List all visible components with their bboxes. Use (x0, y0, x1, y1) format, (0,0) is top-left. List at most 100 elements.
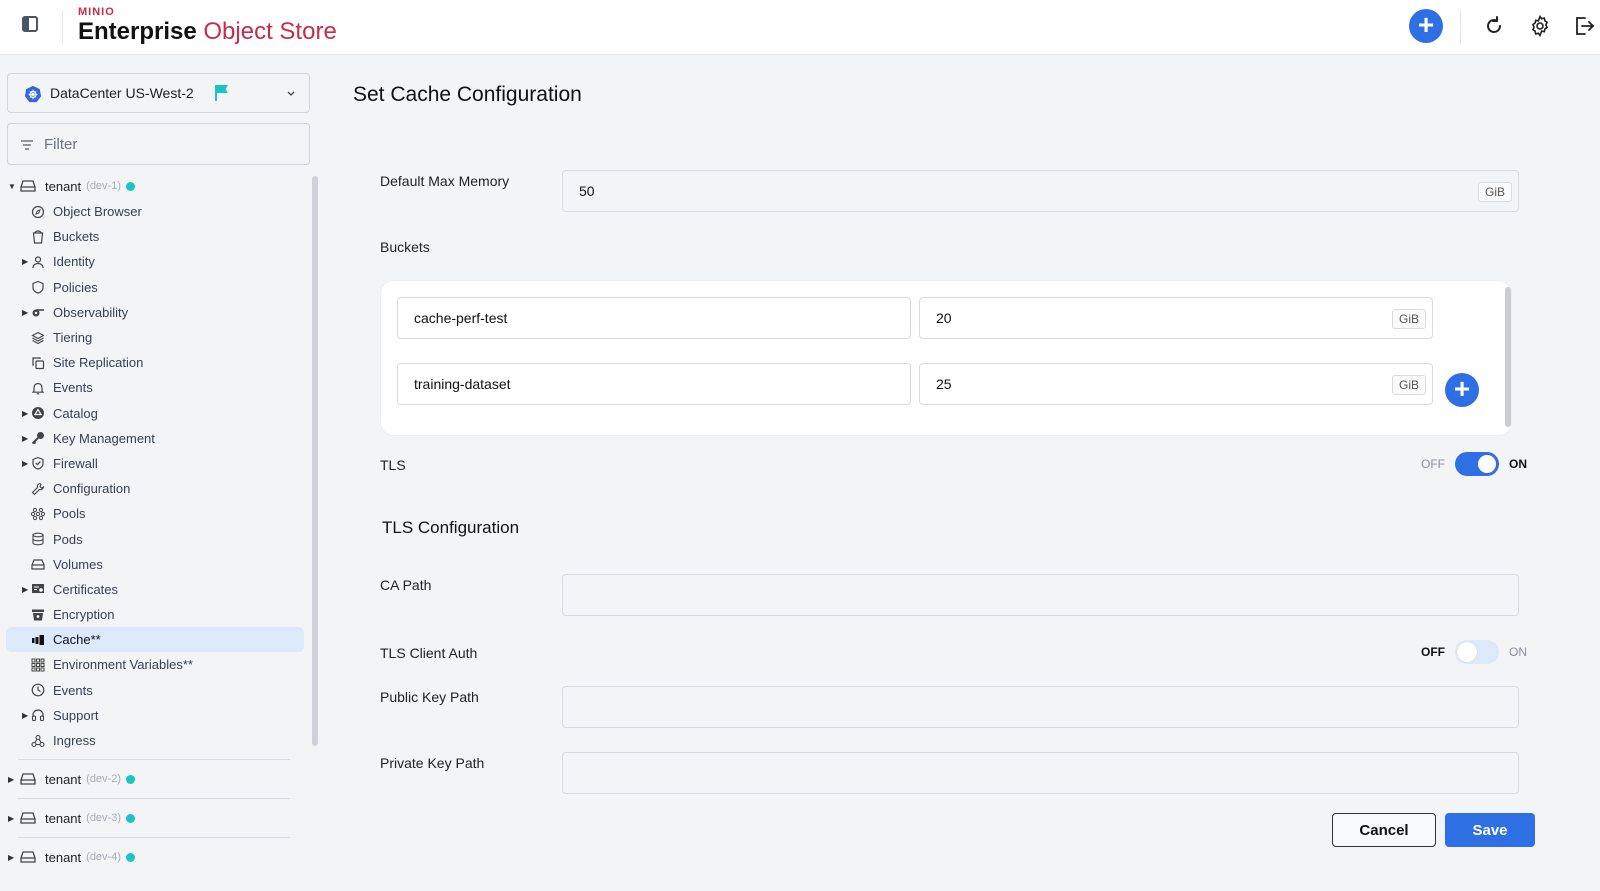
tenant-row-dev-3[interactable]: ▶ tenant (dev-3) (0, 805, 310, 831)
sidebar-item-observability[interactable]: ▶ Observability (0, 300, 310, 325)
sidebar-item-pods[interactable]: Pods (0, 526, 310, 551)
sidebar-item-label: Events (53, 380, 93, 396)
caret-right-icon[interactable]: ▶ (8, 775, 18, 784)
filter-icon (21, 140, 33, 150)
tenant-name: tenant (45, 178, 82, 194)
client-auth-on-label: ON (1509, 645, 1527, 659)
sidebar-item-volumes[interactable]: Volumes (0, 552, 310, 577)
tenant-row-dev-1[interactable]: ▼ tenant (dev-1) (0, 173, 310, 199)
tls-configuration-title: TLS Configuration (382, 518, 520, 537)
tenant-divider (18, 837, 290, 839)
sidebar-item-label: Identity (53, 254, 95, 270)
private-key-path-input[interactable] (563, 753, 1518, 793)
observability-icon (32, 309, 44, 317)
sidebar-item-identity[interactable]: ▶ Identity (0, 249, 310, 274)
caret-down-icon[interactable]: ▼ (8, 182, 18, 191)
bucket-name-field[interactable] (397, 363, 911, 405)
sidebar-item-support[interactable]: ▶ Support (0, 703, 310, 728)
sidebar-item-cache[interactable]: Cache** (6, 627, 304, 653)
sidebar-item-configuration[interactable]: Configuration (0, 476, 310, 501)
database-icon (32, 532, 44, 546)
settings-icon[interactable] (1528, 14, 1552, 38)
headset-icon (31, 709, 45, 722)
refresh-icon[interactable] (1482, 14, 1506, 38)
sidebar-item-policies[interactable]: Policies (0, 275, 310, 300)
sidebar-item-key-management[interactable]: ▶ Key Management (0, 426, 310, 451)
caret-right-icon[interactable]: ▶ (22, 308, 28, 317)
bucket-size-field[interactable]: GiB (919, 363, 1433, 405)
caret-right-icon[interactable]: ▶ (22, 585, 28, 594)
caret-right-icon[interactable]: ▶ (22, 459, 28, 468)
cancel-button[interactable]: Cancel (1332, 813, 1436, 847)
add-button[interactable]: + (1409, 9, 1443, 43)
filter-input[interactable] (44, 132, 294, 156)
bucket-size-input[interactable] (920, 298, 1432, 338)
logout-icon[interactable] (1572, 14, 1596, 38)
unit-badge: GiB (1391, 375, 1426, 395)
sidebar-item-site-replication[interactable]: Site Replication (0, 350, 310, 375)
sidebar-item-certificates[interactable]: ▶ Certificates (0, 577, 310, 602)
sidebar-scrollbar[interactable] (312, 176, 318, 746)
caret-right-icon[interactable]: ▶ (22, 711, 28, 720)
cache-icon (32, 634, 44, 645)
sidebar-item-object-browser[interactable]: Object Browser (0, 199, 310, 224)
sidebar-item-firewall[interactable]: ▶ Firewall (0, 451, 310, 476)
sidebar-item-catalog[interactable]: ▶ Catalog (0, 401, 310, 426)
toggle-knob (1478, 455, 1496, 473)
drive-icon (31, 559, 45, 570)
bucket-size-input[interactable] (920, 364, 1432, 404)
private-key-path-field[interactable] (562, 752, 1519, 794)
sidebar-item-tiering[interactable]: Tiering (0, 325, 310, 350)
tls-client-auth-toggle[interactable] (1455, 640, 1499, 664)
tls-client-auth-toggle-group: OFF ON (1421, 640, 1527, 664)
bucket-size-field[interactable]: GiB (919, 297, 1433, 339)
encryption-icon (32, 609, 44, 621)
tenant-row-dev-2[interactable]: ▶ tenant (dev-2) (0, 766, 310, 792)
status-dot (126, 181, 135, 191)
bucket-name-input[interactable] (398, 364, 910, 404)
sidebar-item-buckets[interactable]: Buckets (0, 224, 310, 249)
sidebar-item-label: Environment Variables** (53, 657, 193, 673)
caret-right-icon[interactable]: ▶ (22, 409, 28, 418)
client-auth-off-label: OFF (1421, 645, 1445, 659)
datacenter-label: DataCenter US-West-2 (50, 85, 194, 101)
shield-check-icon (32, 457, 44, 471)
sidebar-item-ingress[interactable]: Ingress (0, 728, 310, 753)
sidebar-item-label: Encryption (53, 607, 115, 623)
caret-right-icon[interactable]: ▶ (22, 257, 28, 266)
default-max-memory-input[interactable] (563, 171, 1518, 211)
datacenter-select[interactable]: DataCenter US-West-2 (7, 73, 310, 113)
sidebar: DataCenter US-West-2 ▼ tenant (dev-1) Ob… (0, 56, 320, 891)
header-separator (1460, 10, 1461, 44)
public-key-path-field[interactable] (562, 686, 1519, 728)
ca-path-input[interactable] (563, 575, 1518, 615)
tls-toggle[interactable] (1455, 452, 1499, 476)
sidebar-item-events-2[interactable]: Events (0, 678, 310, 703)
certificate-icon (32, 584, 44, 594)
caret-right-icon[interactable]: ▶ (22, 434, 28, 443)
sidebar-item-pools[interactable]: Pools (0, 501, 310, 526)
filter-field[interactable] (7, 123, 310, 165)
bucket-name-field[interactable] (397, 297, 911, 339)
grid-icon (31, 658, 45, 672)
sidebar-item-environment-variables[interactable]: Environment Variables** (0, 652, 310, 677)
layers-icon (31, 331, 45, 344)
sidebar-item-encryption[interactable]: Encryption (0, 602, 310, 627)
add-bucket-button[interactable]: + (1445, 373, 1479, 407)
tenant-divider (18, 798, 290, 800)
sidebar-toggle-icon[interactable] (22, 16, 38, 32)
bucket-name-input[interactable] (398, 298, 910, 338)
save-button[interactable]: Save (1445, 813, 1535, 847)
sidebar-item-label: Pools (53, 506, 86, 522)
caret-right-icon[interactable]: ▶ (8, 853, 18, 862)
sidebar-item-events[interactable]: Events (0, 375, 310, 400)
tenant-row-dev-4[interactable]: ▶ tenant (dev-4) (0, 844, 310, 870)
public-key-path-input[interactable] (563, 687, 1518, 727)
ca-path-field[interactable] (562, 574, 1519, 616)
wrench-icon (31, 482, 45, 495)
sidebar-item-label: Tiering (53, 330, 93, 346)
default-max-memory-field[interactable]: GiB (562, 170, 1519, 212)
caret-right-icon[interactable]: ▶ (8, 814, 18, 823)
buckets-scrollbar[interactable] (1505, 287, 1511, 427)
sidebar-item-label: Policies (53, 279, 98, 295)
